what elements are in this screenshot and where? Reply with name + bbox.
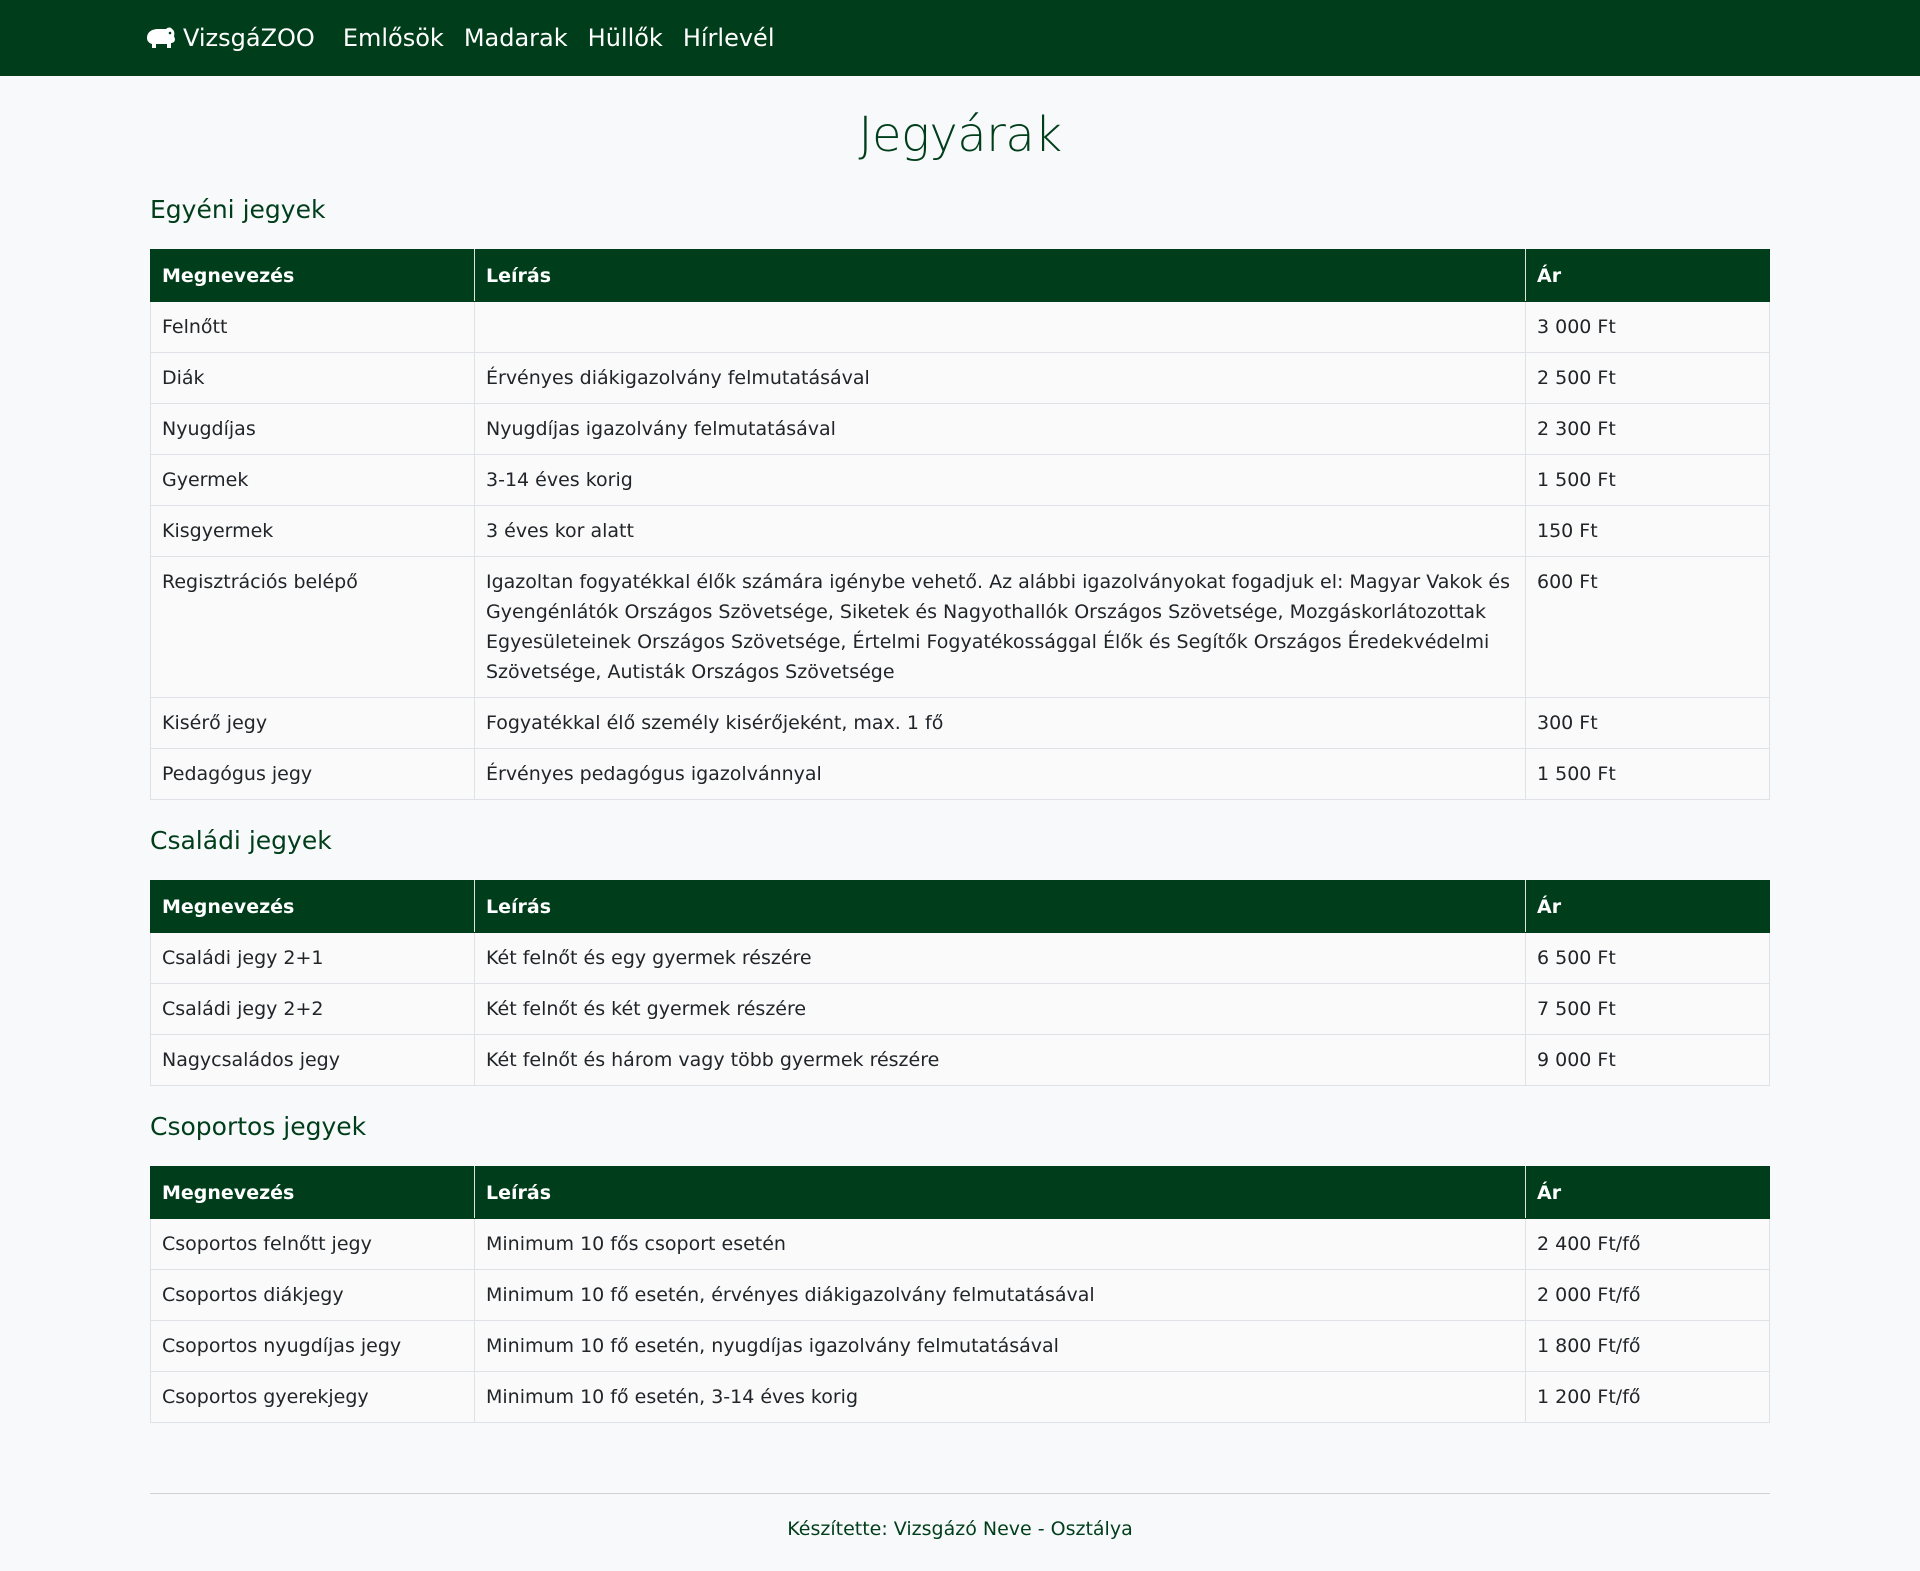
- table-row: Családi jegy 2+1 Két felnőt és egy gyerme…: [150, 932, 1770, 984]
- navbar: VizsgáZOO Emlősök Madarak Hüllők Hírlevé…: [0, 0, 1920, 76]
- cell-price: 2 300 Ft: [1525, 403, 1770, 455]
- price-table: Megnevezés Leírás Ár Felnőtt 3 000 Ft Diák Érv…: [150, 249, 1770, 800]
- cell-description: 3-14 éves korig: [474, 454, 1526, 506]
- cell-description: 3 éves kor alatt: [474, 505, 1526, 557]
- nav-link-hirlevel[interactable]: Hírlevél: [683, 24, 775, 52]
- cell-description: Igazoltan fogyatékkal élők számára igény…: [474, 556, 1526, 698]
- cell-name: Csoportos felnőtt jegy: [150, 1218, 475, 1270]
- cell-name: Családi jegy 2+2: [150, 983, 475, 1035]
- brand-link[interactable]: VizsgáZOO: [144, 24, 315, 52]
- cell-price: 1 800 Ft/fő: [1525, 1320, 1770, 1372]
- table-header-row: Megnevezés Leírás Ár: [150, 880, 1770, 933]
- cell-price: 1 500 Ft: [1525, 748, 1770, 800]
- cell-name: Regisztrációs belépő: [150, 556, 475, 698]
- cell-description: Érvényes diákigazolvány felmutatásával: [474, 352, 1526, 404]
- section-title: Egyéni jegyek: [150, 195, 326, 224]
- table-row: Kisérő jegy Fogyatékkal élő személy kisér…: [150, 697, 1770, 749]
- table-row: Csoportos diákjegy Minimum 10 fő esetén, …: [150, 1269, 1770, 1321]
- cell-price: 9 000 Ft: [1525, 1034, 1770, 1086]
- footer-text: Készítette: Vizsgázó Neve - Osztálya: [787, 1518, 1133, 1540]
- cell-name: Nyugdíjas: [150, 403, 475, 455]
- cell-description: Két felnőt és egy gyermek részére: [474, 932, 1526, 984]
- cell-description: Két felnőt és két gyermek részére: [474, 983, 1526, 1035]
- table-row: Regisztrációs belépő Igazoltan fogyatékka…: [150, 556, 1770, 698]
- cell-price: 2 000 Ft/fő: [1525, 1269, 1770, 1321]
- main-content: Jegyárak Egyéni jegyek Megnevezés Leírás Ár…: [150, 102, 1770, 1540]
- cell-name: Csoportos nyugdíjas jegy: [150, 1320, 475, 1372]
- brand-label: VizsgáZOO: [183, 24, 315, 52]
- header-name: Megnevezés: [150, 249, 475, 302]
- table-header-row: Megnevezés Leírás Ár: [150, 1166, 1770, 1219]
- cell-description: Érvényes pedagógus igazolvánnyal: [474, 748, 1526, 800]
- table-row: Kisgyermek 3 éves kor alatt 150 Ft: [150, 505, 1770, 557]
- cell-price: 2 500 Ft: [1525, 352, 1770, 404]
- table-row: Diák Érvényes diákigazolvány felmutatásáv…: [150, 352, 1770, 404]
- nav-link-hullok[interactable]: Hüllők: [588, 24, 663, 52]
- cell-price: 1 200 Ft/fő: [1525, 1371, 1770, 1423]
- table-row: Gyermek 3-14 éves korig 1 500 Ft: [150, 454, 1770, 506]
- header-price: Ár: [1525, 249, 1770, 302]
- table-row: Csoportos felnőtt jegy Minimum 10 fős cso…: [150, 1218, 1770, 1270]
- table-row: Családi jegy 2+2 Két felnőt és két gyerme…: [150, 983, 1770, 1035]
- cell-name: Felnőtt: [150, 301, 475, 353]
- table-header-row: Megnevezés Leírás Ár: [150, 249, 1770, 302]
- nav-links: Emlősök Madarak Hüllők Hírlevél: [343, 24, 795, 52]
- cell-description: Minimum 10 fő esetén, érvényes diákigazo…: [474, 1269, 1526, 1321]
- page-title: Jegyárak: [858, 107, 1062, 163]
- cell-description: Fogyatékkal élő személy kisérőjeként, ma…: [474, 697, 1526, 749]
- cell-name: Pedagógus jegy: [150, 748, 475, 800]
- cell-name: Nagycsaládos jegy: [150, 1034, 475, 1086]
- cell-name: Csoportos gyerekjegy: [150, 1371, 475, 1423]
- table-row: Felnőtt 3 000 Ft: [150, 301, 1770, 353]
- cell-description: Minimum 10 fő esetén, 3-14 éves korig: [474, 1371, 1526, 1423]
- header-name: Megnevezés: [150, 880, 475, 933]
- cell-name: Családi jegy 2+1: [150, 932, 475, 984]
- table-row: Nyugdíjas Nyugdíjas igazolvány felmutatás…: [150, 403, 1770, 455]
- table-row: Csoportos nyugdíjas jegy Minimum 10 fő es…: [150, 1320, 1770, 1372]
- cell-price: 300 Ft: [1525, 697, 1770, 749]
- nav-link-emlosok[interactable]: Emlősök: [343, 24, 444, 52]
- cell-price: 3 000 Ft: [1525, 301, 1770, 353]
- footer: Készítette: Vizsgázó Neve - Osztálya: [150, 1493, 1770, 1540]
- cell-price: 7 500 Ft: [1525, 983, 1770, 1035]
- header-price: Ár: [1525, 880, 1770, 933]
- cell-description: Minimum 10 fő esetén, nyugdíjas igazolvá…: [474, 1320, 1526, 1372]
- section-title: Családi jegyek: [150, 826, 332, 855]
- cell-description: Minimum 10 fős csoport esetén: [474, 1218, 1526, 1270]
- header-description: Leírás: [474, 249, 1526, 302]
- table-row: Nagycsaládos jegy Két felnőt és három vag…: [150, 1034, 1770, 1086]
- header-description: Leírás: [474, 880, 1526, 933]
- cell-description: [474, 301, 1526, 353]
- header-price: Ár: [1525, 1166, 1770, 1219]
- cell-price: 2 400 Ft/fő: [1525, 1218, 1770, 1270]
- section-title: Csoportos jegyek: [150, 1112, 367, 1141]
- nav-link-madarak[interactable]: Madarak: [464, 24, 568, 52]
- cell-price: 600 Ft: [1525, 556, 1770, 698]
- cell-description: Két felnőt és három vagy több gyermek ré…: [474, 1034, 1526, 1086]
- table-row: Csoportos gyerekjegy Minimum 10 fő esetén…: [150, 1371, 1770, 1423]
- header-name: Megnevezés: [150, 1166, 475, 1219]
- cell-name: Diák: [150, 352, 475, 404]
- header-description: Leírás: [474, 1166, 1526, 1219]
- price-table: Megnevezés Leírás Ár Csoportos felnőtt jegy…: [150, 1166, 1770, 1423]
- cell-price: 6 500 Ft: [1525, 932, 1770, 984]
- cell-name: Csoportos diákjegy: [150, 1269, 475, 1321]
- cell-name: Gyermek: [150, 454, 475, 506]
- cell-price: 150 Ft: [1525, 505, 1770, 557]
- table-row: Pedagógus jegy Érvényes pedagógus igazolv…: [150, 748, 1770, 800]
- cell-name: Kisgyermek: [150, 505, 475, 557]
- ticket-sections: Egyéni jegyek Megnevezés Leírás Ár Felnőtt 3 …: [150, 192, 1770, 1423]
- cell-name: Kisérő jegy: [150, 697, 475, 749]
- price-table: Megnevezés Leírás Ár Családi jegy 2+1 Két fe…: [150, 880, 1770, 1086]
- cell-description: Nyugdíjas igazolvány felmutatásával: [474, 403, 1526, 455]
- hippo-icon: [147, 27, 175, 48]
- cell-price: 1 500 Ft: [1525, 454, 1770, 506]
